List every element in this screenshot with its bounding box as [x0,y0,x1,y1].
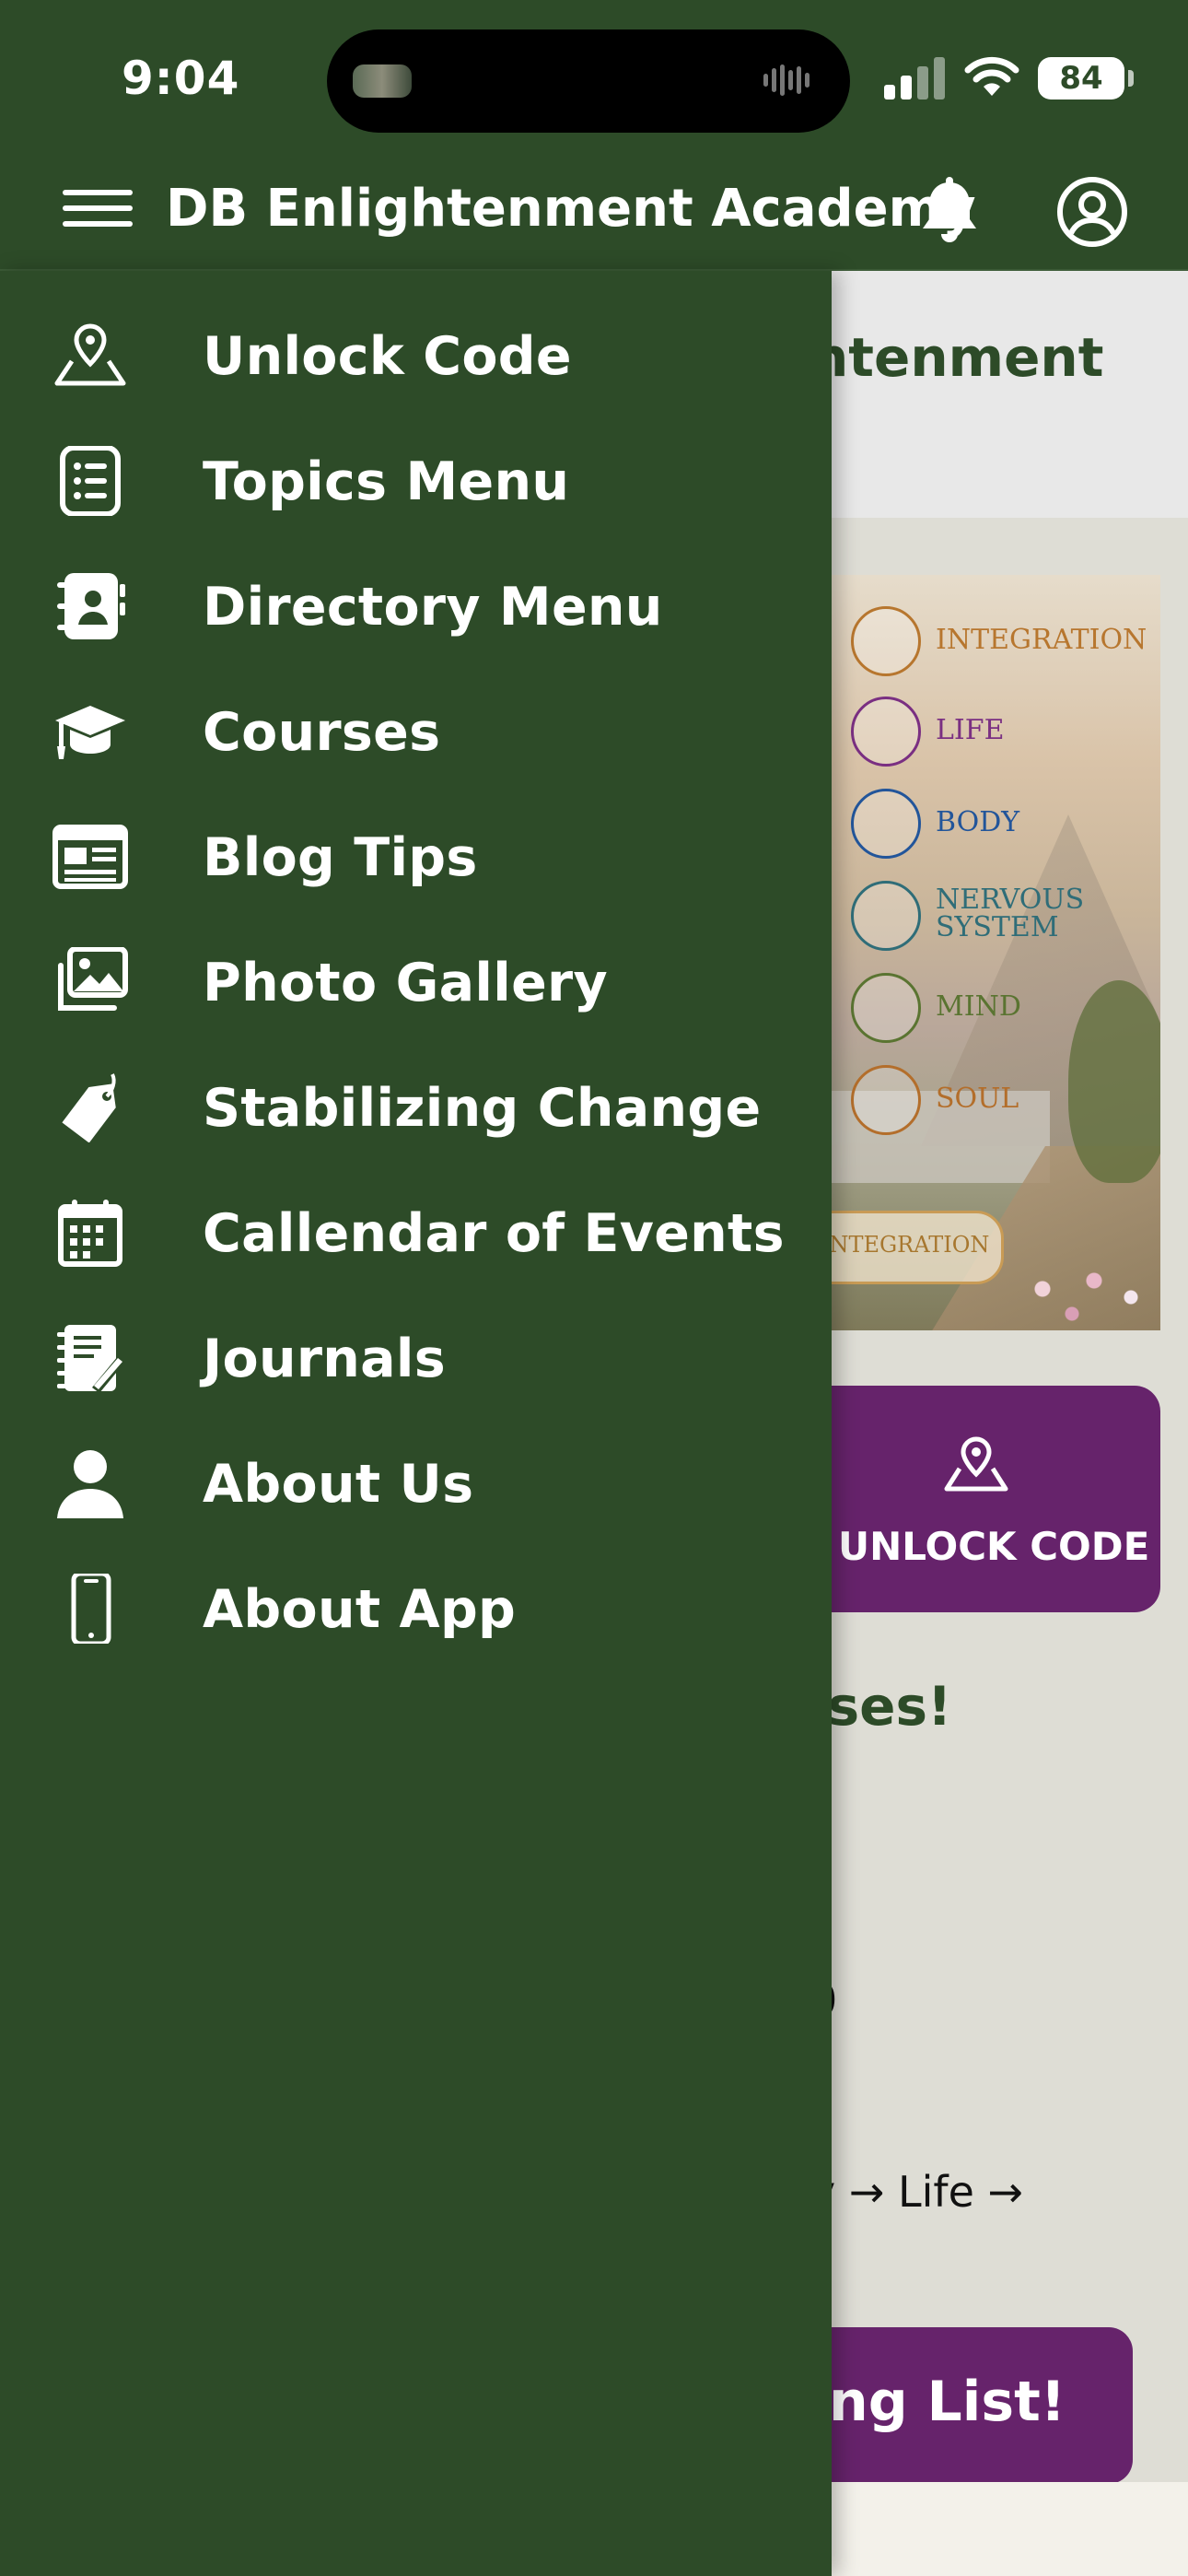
account-icon[interactable] [1055,175,1129,249]
menu-item-courses[interactable]: Courses [0,665,832,790]
tag-icon [62,1073,116,1142]
hero-image: INTEGRATION LIFE BODY NERVOUS SYSTEM MIND… [810,575,1160,1330]
user-icon [57,1450,123,1518]
menu-label: Journals [203,1329,446,1389]
wifi-icon [964,56,1019,96]
calendar-icon [58,1200,122,1267]
app-header: DB Enlightenment Academy [0,157,1188,271]
unlock-code-button[interactable]: UNLOCK CODE [801,1386,1160,1612]
hero-label-life: LIFE [936,714,1005,746]
map-pin-icon [54,323,126,386]
menu-label: About Us [203,1454,474,1515]
app-title: DB Enlightenment Academy [166,179,976,239]
brain-icon [851,881,921,951]
phone-icon [71,1574,111,1644]
lotus-icon [851,1065,921,1135]
menu-label: Photo Gallery [203,953,608,1013]
menu-item-topics-menu[interactable]: Topics Menu [0,415,832,540]
hamburger-icon[interactable] [63,190,133,236]
hero-row-body: BODY [810,789,1160,862]
dynamic-island [327,29,850,133]
menu-item-about-us[interactable]: About Us [0,1417,832,1542]
hero-label-system: SYSTEM [936,911,1059,943]
hero-label-mind: MIND [936,990,1021,1023]
hero-integration-pill: INTEGRATION [810,1211,1004,1284]
menu-label: Directory Menu [203,577,663,638]
journey-path-text: y → Life → [810,2167,1024,2217]
hero-pill-label: INTEGRATION [821,1232,990,1258]
menu-item-about-app[interactable]: About App [0,1542,832,1668]
menu-item-directory-menu[interactable]: Directory Menu [0,540,832,665]
tree-icon [851,606,921,676]
bell-icon[interactable] [917,177,982,251]
menu-label: Callendar of Events [203,1203,785,1264]
hero-flowers [1013,1247,1160,1330]
menu-label: Stabilizing Change [203,1078,762,1139]
hero-row-mind: MIND [810,973,1160,1047]
cellular-signal-icon [884,57,945,100]
menu-item-unlock-code[interactable]: Unlock Code [0,289,832,415]
hero-label-nervous-system: NERVOUS SYSTEM [936,886,1084,942]
menu-label: Blog Tips [203,827,478,888]
menu-item-calendar-of-events[interactable]: Callendar of Events [0,1166,832,1292]
menu-item-photo-gallery[interactable]: Photo Gallery [0,916,832,1041]
mailing-list-label: ng List! [829,2370,1066,2434]
unlock-code-label: UNLOCK CODE [838,1524,1150,1569]
menu-item-blog-tips[interactable]: Blog Tips [0,790,832,916]
battery-nub [1128,70,1134,87]
navigation-drawer: Unlock Code Topics Menu Directory Menu C… [0,271,832,2576]
hero-label-soul: SOUL [936,1083,1019,1115]
hero-label-body: BODY [936,806,1020,838]
menu-label: Courses [203,702,441,763]
hero-row-life: LIFE [810,697,1160,770]
status-time: 9:04 [122,52,240,105]
menu-item-journals[interactable]: Journals [0,1292,832,1417]
menu-label: About App [203,1579,517,1640]
battery-indicator: 84 [1038,57,1124,100]
hero-row-integration: INTEGRATION [810,606,1160,680]
menu-label: Topics Menu [203,451,570,512]
status-bar: 9:04 84 [0,0,1188,157]
menu-item-stabilizing-change[interactable]: Stabilizing Change [0,1041,832,1166]
notebook-icon [57,1325,125,1393]
hero-row-soul: SOUL [810,1065,1160,1139]
audio-waveform-icon [763,64,822,98]
graduation-cap-icon [55,706,125,759]
images-icon [58,947,128,1011]
newspaper-icon [52,825,128,889]
list-icon [60,446,121,516]
map-pin-icon [944,1436,1008,1492]
now-playing-thumbnail [353,64,412,98]
page-heading: htenment [810,326,1104,389]
menu-label: Unlock Code [203,326,572,387]
address-book-icon [57,573,125,639]
mountain-road-icon [851,697,921,767]
hero-row-nervous-system: NERVOUS SYSTEM [810,881,1160,954]
hero-label-integration: INTEGRATION [936,624,1147,656]
head-leaf-icon [851,973,921,1043]
human-figure-icon [851,789,921,859]
